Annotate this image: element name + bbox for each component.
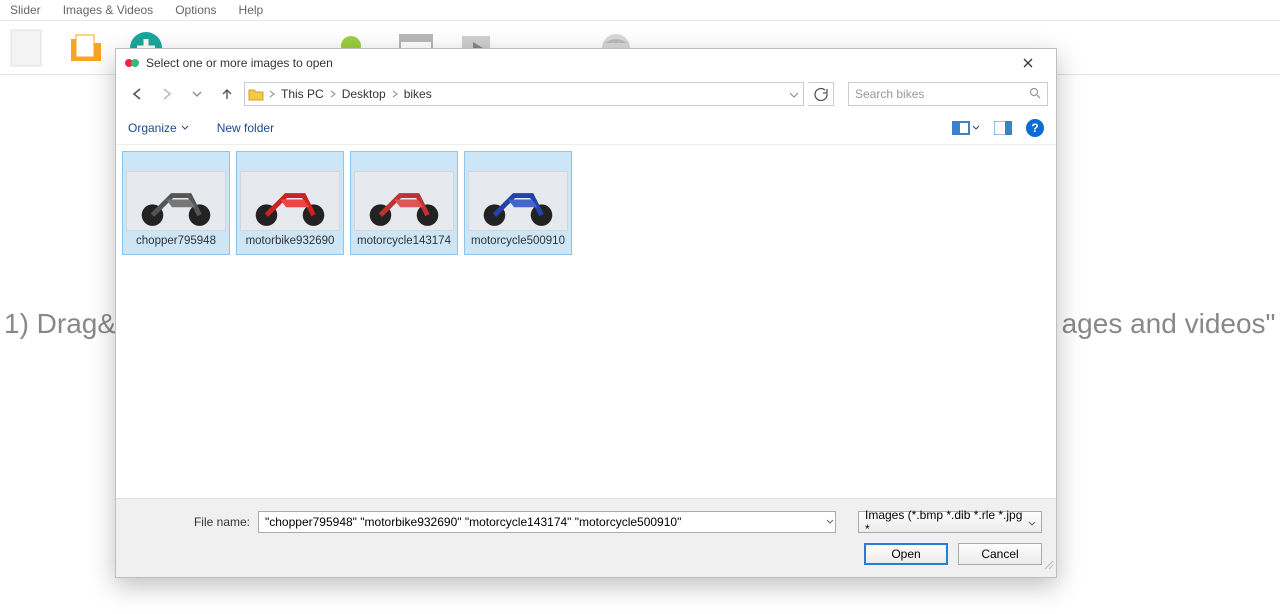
- app-icon: [124, 55, 140, 71]
- file-item[interactable]: chopper795948: [122, 151, 230, 255]
- open-button[interactable]: Open: [864, 543, 948, 565]
- chevron-right-icon: [328, 90, 338, 98]
- menu-item[interactable]: Slider: [10, 3, 41, 17]
- forward-button[interactable]: [154, 82, 180, 106]
- app-menu: Slider Images & Videos Options Help: [0, 0, 1280, 21]
- chevron-right-icon: [390, 90, 400, 98]
- blank-page-icon: [6, 28, 46, 68]
- file-thumbnail: [354, 171, 454, 231]
- filetype-select[interactable]: Images (*.bmp *.dib *.rle *.jpg *: [858, 511, 1042, 533]
- file-name: chopper795948: [124, 235, 228, 253]
- filename-input[interactable]: [258, 511, 836, 533]
- menu-item[interactable]: Options: [175, 3, 216, 17]
- file-item[interactable]: motorbike932690: [236, 151, 344, 255]
- close-button[interactable]: [1008, 49, 1048, 77]
- open-folder-icon[interactable]: [66, 28, 106, 68]
- chevron-down-icon[interactable]: [826, 513, 834, 531]
- resize-grip-icon[interactable]: [1042, 557, 1054, 575]
- file-list[interactable]: chopper795948 motorbike932690 motorcycle14…: [116, 145, 1056, 498]
- back-button[interactable]: [124, 82, 150, 106]
- chevron-down-icon: [972, 124, 980, 132]
- file-name: motorcycle500910: [466, 235, 570, 253]
- search-icon: [1029, 87, 1041, 102]
- new-folder-button[interactable]: New folder: [217, 121, 274, 135]
- view-menu[interactable]: [952, 121, 980, 135]
- file-name: motorcycle143174: [352, 235, 456, 253]
- file-item[interactable]: motorcycle143174: [350, 151, 458, 255]
- chevron-down-icon: [181, 124, 189, 132]
- nav-row: This PC Desktop bikes Search bikes: [116, 77, 1056, 111]
- file-thumbnail: [126, 171, 226, 231]
- cancel-button[interactable]: Cancel: [958, 543, 1042, 565]
- file-item[interactable]: motorcycle500910: [464, 151, 572, 255]
- folder-icon: [245, 83, 267, 105]
- menu-item[interactable]: Help: [239, 3, 264, 17]
- search-placeholder: Search bikes: [855, 87, 1029, 101]
- preview-pane-button[interactable]: [994, 121, 1012, 135]
- file-thumbnail: [240, 171, 340, 231]
- file-name: motorbike932690: [238, 235, 342, 253]
- dialog-bottom: File name: Images (*.bmp *.dib *.rle *.j…: [116, 498, 1056, 577]
- chevron-down-icon[interactable]: [789, 87, 799, 105]
- dialog-title: Select one or more images to open: [146, 56, 333, 70]
- breadcrumb[interactable]: This PC Desktop bikes: [244, 82, 804, 106]
- command-row: Organize New folder ?: [116, 111, 1056, 145]
- menu-item[interactable]: Images & Videos: [63, 3, 154, 17]
- recent-dropdown[interactable]: [184, 82, 210, 106]
- chevron-right-icon[interactable]: [267, 90, 277, 98]
- crumb-bikes[interactable]: bikes: [400, 87, 436, 101]
- chevron-down-icon: [1028, 517, 1036, 531]
- up-button[interactable]: [214, 82, 240, 106]
- refresh-button[interactable]: [808, 82, 834, 106]
- crumb-thispc[interactable]: This PC: [277, 87, 328, 101]
- dialog-titlebar: Select one or more images to open: [116, 49, 1056, 77]
- organize-menu[interactable]: Organize: [128, 121, 189, 135]
- search-input[interactable]: Search bikes: [848, 82, 1048, 106]
- help-button[interactable]: ?: [1026, 119, 1044, 137]
- filename-label: File name:: [180, 515, 250, 529]
- file-open-dialog: Select one or more images to open This P…: [115, 48, 1057, 578]
- crumb-desktop[interactable]: Desktop: [338, 87, 390, 101]
- file-thumbnail: [468, 171, 568, 231]
